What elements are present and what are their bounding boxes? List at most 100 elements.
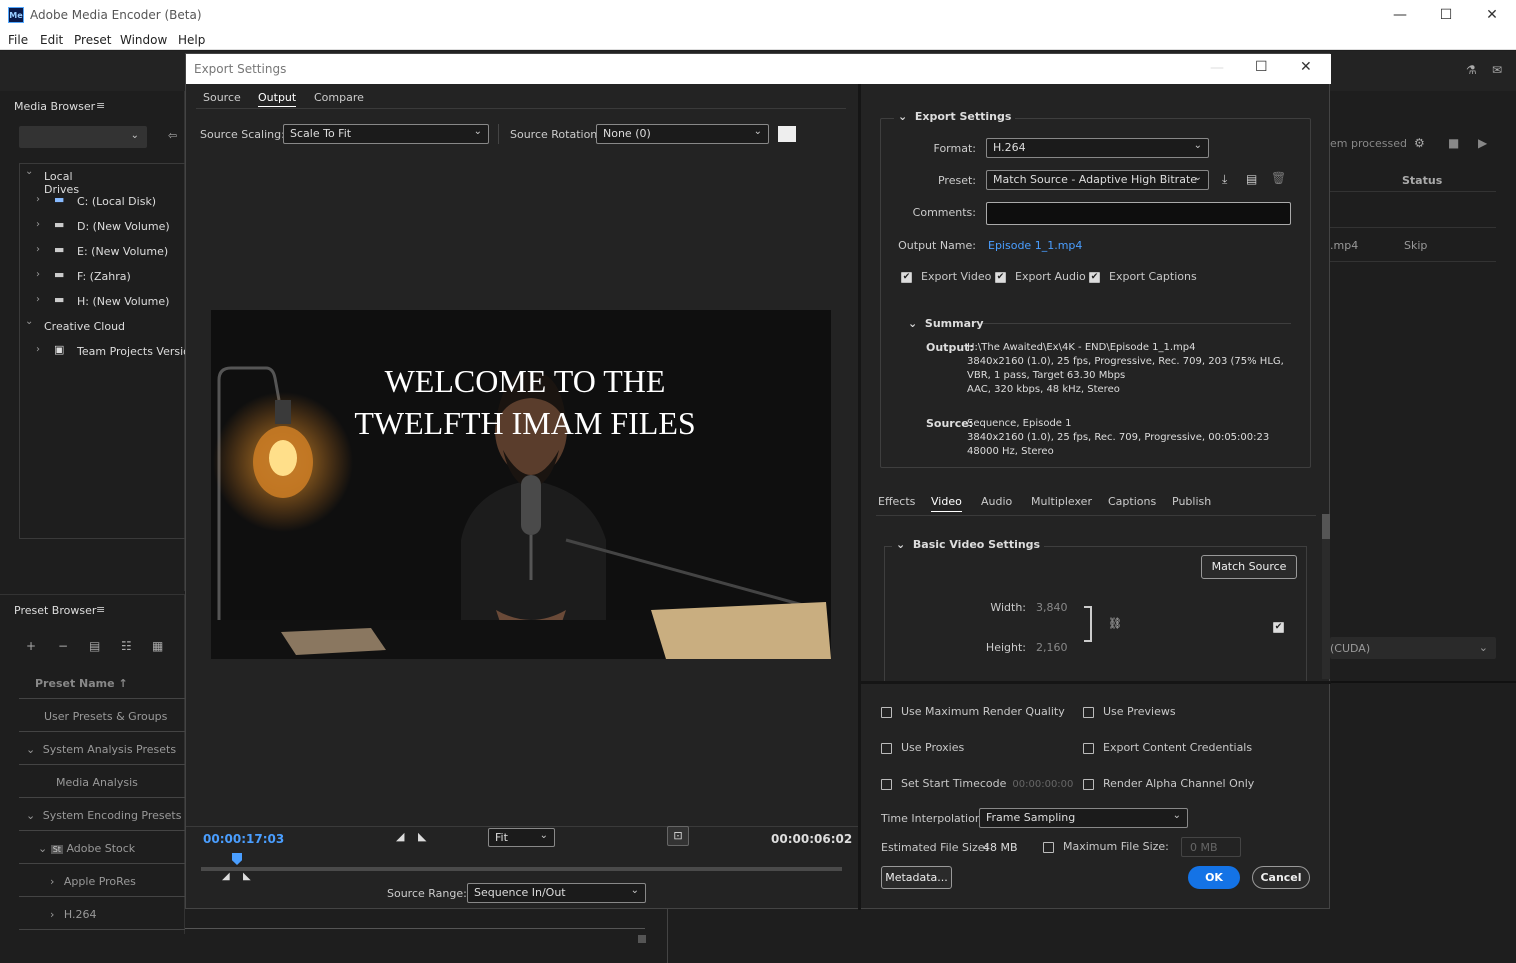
set-out-point-icon[interactable]: ◣ (418, 830, 426, 843)
current-timecode[interactable]: 00:00:17:03 (203, 832, 284, 846)
column-preset-name[interactable]: Preset Name ↑ (35, 677, 128, 690)
source-scaling-dropdown[interactable]: Scale To Fit ⌄ (283, 124, 489, 144)
fit-dropdown[interactable]: Fit ⌄ (488, 828, 555, 847)
preset-h264[interactable]: › H.264 (50, 908, 96, 921)
scroll-thumb[interactable] (638, 935, 646, 943)
flask-icon[interactable]: ⚗ (1466, 63, 1477, 77)
crop-icon[interactable] (778, 126, 796, 142)
queue-file[interactable]: .mp4 (1330, 239, 1358, 252)
source-rotation-dropdown[interactable]: None (0) ⌄ (596, 124, 769, 144)
settings-scrollbar[interactable] (1322, 514, 1330, 679)
preset-system-analysis[interactable]: ⌄ System Analysis Presets (26, 743, 176, 756)
menu-window[interactable]: Window (120, 33, 167, 47)
export-credentials-checkbox[interactable]: Export Content Credentials (1083, 741, 1252, 754)
match-source-button[interactable]: Match Source (1201, 555, 1297, 579)
menu-help[interactable]: Help (178, 33, 205, 47)
chat-icon[interactable]: ✉ (1492, 63, 1502, 77)
local-drives[interactable]: ⌄ Local Drives (25, 164, 79, 196)
maximize-button[interactable]: ☐ (1432, 4, 1460, 26)
tab-output[interactable]: Output (258, 91, 297, 107)
preview-scene: WELCOME TO THE TWELFTH IMAM FILES (211, 310, 831, 659)
export-settings-header[interactable]: ⌄ Export Settings (894, 110, 1016, 123)
link-icon[interactable]: ⛓ (1108, 617, 1122, 630)
panel-menu-icon[interactable]: ≡ (96, 99, 105, 112)
tab-effects[interactable]: Effects (878, 495, 915, 508)
menu-preset[interactable]: Preset (74, 33, 111, 47)
import-preset-icon[interactable]: ▤ (1246, 172, 1257, 186)
dialog-minimize-button[interactable]: — (1210, 60, 1224, 76)
play-icon[interactable]: ▶ (1478, 136, 1487, 150)
settings-icon[interactable]: ☷ (121, 639, 132, 653)
delete-preset-icon[interactable]: 🗑 (1271, 171, 1286, 185)
metadata-button[interactable]: Metadata... (881, 866, 952, 889)
creative-cloud[interactable]: ⌄ Creative Cloud (25, 314, 125, 339)
tab-publish[interactable]: Publish (1172, 495, 1211, 508)
minimize-button[interactable]: — (1386, 4, 1414, 26)
tab-video[interactable]: Video (931, 495, 962, 512)
preset-settings-icon[interactable]: ⚙ (1414, 136, 1425, 150)
drive-icon: ▬ (54, 268, 65, 281)
add-icon[interactable]: + (26, 639, 36, 653)
dialog-maximize-button[interactable]: ☐ (1255, 59, 1268, 75)
playhead[interactable] (232, 853, 242, 865)
save-preset-icon[interactable]: ⤓ (1222, 172, 1227, 187)
preset-system-encoding[interactable]: ⌄ System Encoding Presets (26, 809, 181, 822)
render-alpha-checkbox[interactable]: Render Alpha Channel Only (1083, 777, 1254, 790)
summary-header[interactable]: ⌄ Summary (908, 317, 984, 330)
preset-adobe-stock[interactable]: ⌄ St Adobe Stock (38, 842, 135, 855)
source-range-dropdown[interactable]: Sequence In/Out ⌄ (467, 883, 646, 903)
remove-icon[interactable]: − (58, 639, 68, 653)
match-source-checkbox[interactable]: ✔ (1273, 620, 1284, 633)
export-captions-checkbox[interactable]: ✔ Export Captions (1089, 270, 1197, 283)
group-icon[interactable]: ▤ (89, 639, 100, 653)
stop-icon[interactable]: ■ (1448, 136, 1459, 150)
folder-icon[interactable]: ▦ (152, 639, 163, 653)
tab-multiplexer[interactable]: Multiplexer (1031, 495, 1092, 508)
tab-audio[interactable]: Audio (981, 495, 1012, 508)
cancel-button[interactable]: Cancel (1252, 866, 1310, 889)
height-label: Height: (985, 641, 1026, 654)
renderer-dropdown[interactable]: (CUDA) ⌄ (1330, 637, 1496, 659)
in-point-marker[interactable]: ◢ (222, 871, 230, 882)
ok-button[interactable]: OK (1188, 866, 1240, 889)
height-value[interactable]: 2,160 (1036, 641, 1068, 654)
export-settings-dialog: Export Settings — ☐ ✕ Source Output Comp… (185, 53, 1331, 910)
preset-apple-prores[interactable]: › Apple ProRes (50, 875, 136, 888)
tab-captions[interactable]: Captions (1108, 495, 1156, 508)
preset-browser-panel: Preset Browser ≡ + − ▤ ☷ ▦ Preset Name ↑… (0, 594, 185, 934)
comments-input[interactable] (986, 202, 1291, 225)
use-previews-checkbox[interactable]: Use Previews (1083, 705, 1176, 718)
preset-user[interactable]: User Presets & Groups (44, 710, 167, 723)
use-proxies-checkbox[interactable]: Use Proxies (881, 741, 964, 754)
location-dropdown[interactable]: ⌄ (19, 126, 147, 148)
aspect-toggle-icon[interactable]: ⊡ (667, 826, 689, 846)
video-preview[interactable]: WELCOME TO THE TWELFTH IMAM FILES (211, 310, 831, 659)
max-file-size-checkbox[interactable]: Maximum File Size: (1043, 840, 1169, 853)
format-dropdown[interactable]: H.264 ⌄ (986, 138, 1209, 158)
tab-compare[interactable]: Compare (314, 91, 364, 104)
export-video-checkbox[interactable]: ✔ Export Video (901, 270, 991, 283)
time-interpolation-dropdown[interactable]: Frame Sampling ⌄ (979, 808, 1188, 828)
preset-dropdown[interactable]: Match Source - Adaptive High Bitrate ⌄ (986, 170, 1209, 190)
set-start-timecode-checkbox[interactable]: Set Start Timecode 00:00:00:00 (881, 777, 1073, 790)
menu-edit[interactable]: Edit (40, 33, 63, 47)
menu-file[interactable]: File (8, 33, 28, 47)
drive-icon: ▬ (54, 293, 65, 306)
preset-media-analysis[interactable]: Media Analysis (56, 776, 138, 789)
width-value[interactable]: 3,840 (1036, 601, 1068, 614)
out-point-marker[interactable]: ◣ (243, 871, 251, 882)
dialog-close-button[interactable]: ✕ (1300, 59, 1312, 75)
team-projects[interactable]: › ▣ Team Projects Version (36, 339, 186, 364)
panel-menu-icon[interactable]: ≡ (96, 603, 105, 616)
export-audio-checkbox[interactable]: ✔ Export Audio (995, 270, 1086, 283)
timeline-track[interactable] (201, 867, 842, 871)
output-name-link[interactable]: Episode 1_1.mp4 (988, 239, 1082, 252)
close-button[interactable]: ✕ (1478, 4, 1506, 26)
h-scrollbar[interactable] (185, 928, 645, 929)
back-arrow-icon[interactable]: ⇦ (168, 129, 177, 142)
max-file-size-input[interactable]: 0 MB (1181, 837, 1241, 857)
tab-source[interactable]: Source (203, 91, 241, 104)
set-in-point-icon[interactable]: ◢ (396, 830, 404, 843)
basic-video-header[interactable]: ⌄ Basic Video Settings (892, 538, 1045, 551)
max-render-checkbox[interactable]: Use Maximum Render Quality (881, 705, 1065, 718)
